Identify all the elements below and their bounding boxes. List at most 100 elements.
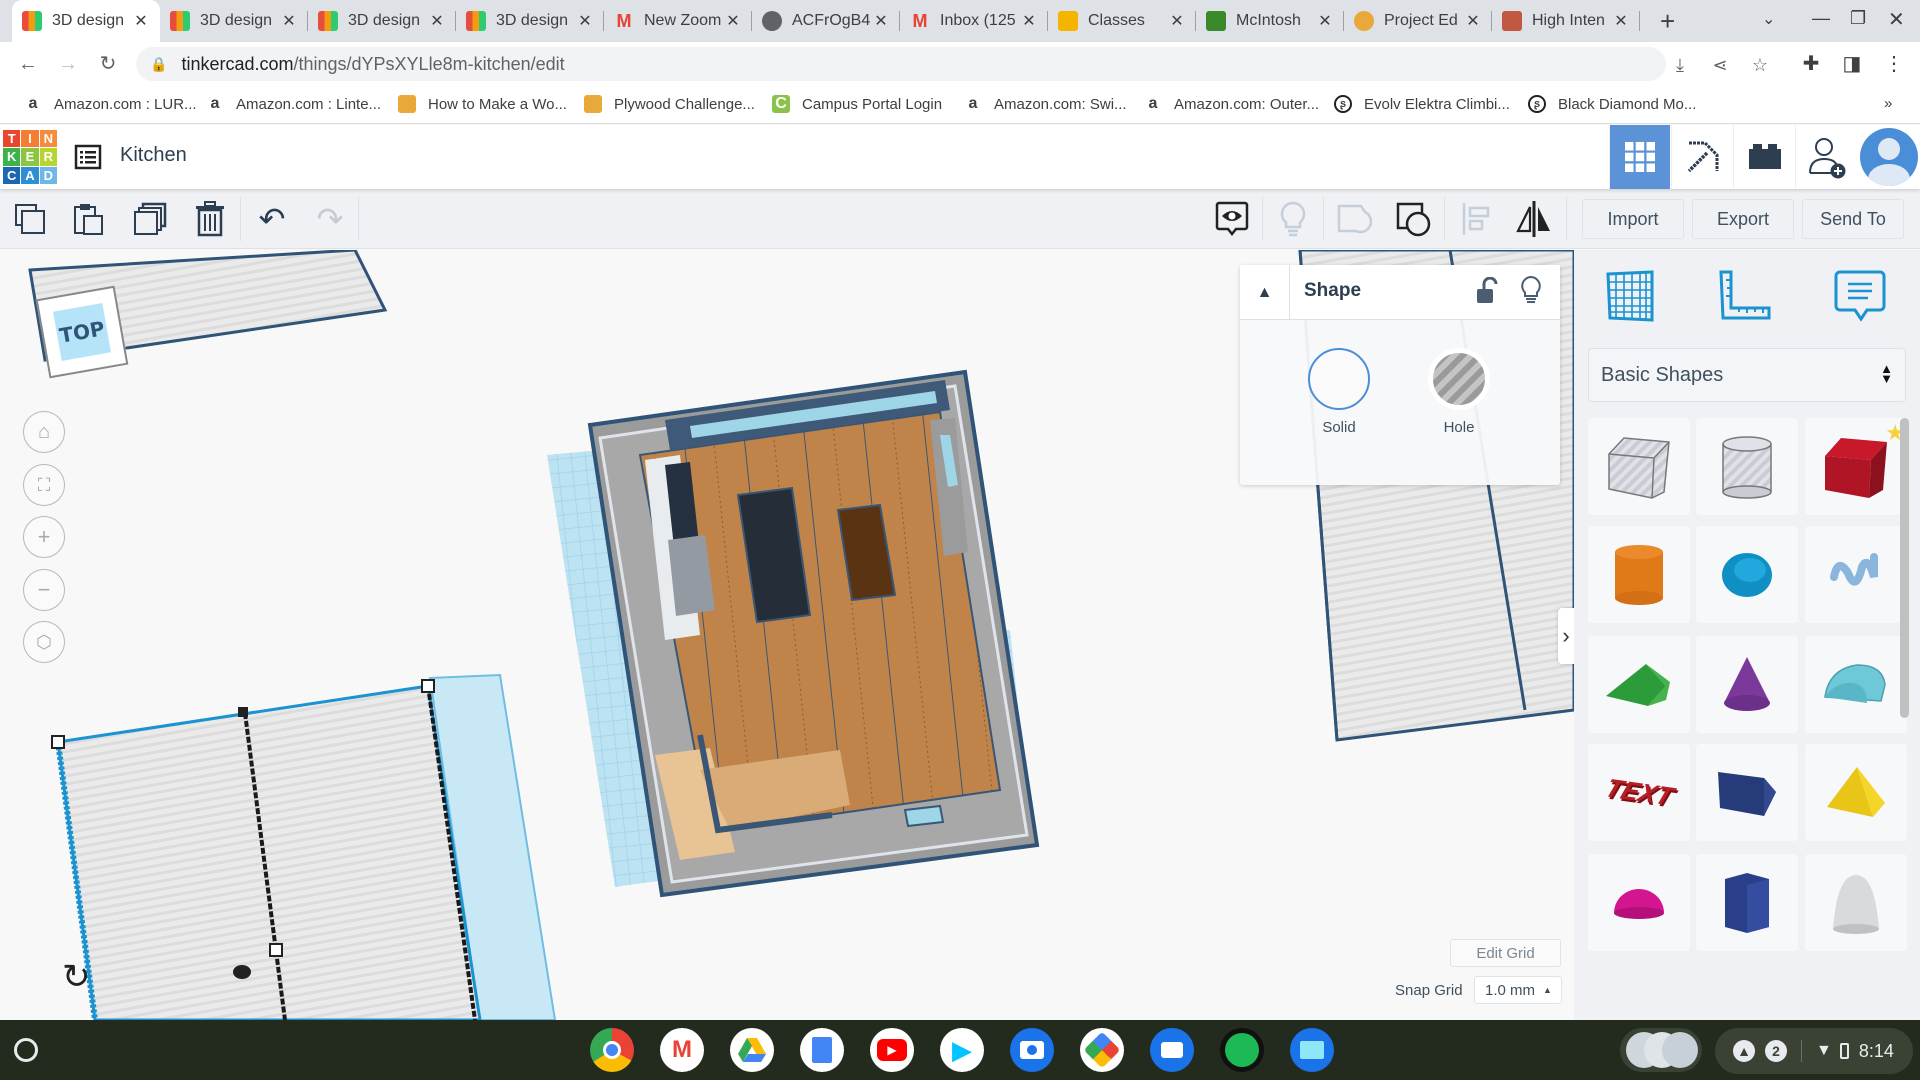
- notes-tool-button[interactable]: [1834, 268, 1894, 328]
- shape-half-sphere[interactable]: [1588, 854, 1690, 951]
- files-app-icon[interactable]: [1290, 1028, 1334, 1072]
- import-button[interactable]: Import: [1582, 199, 1684, 239]
- design-title[interactable]: Kitchen: [120, 144, 187, 167]
- export-button[interactable]: Export: [1692, 199, 1794, 239]
- extensions-puzzle-icon[interactable]: ✚: [1797, 50, 1825, 78]
- share-icon[interactable]: ⋖: [1706, 55, 1734, 76]
- shape-cylinder[interactable]: [1588, 526, 1690, 623]
- tab-3d-design-4[interactable]: 3D design ✕: [456, 0, 604, 42]
- selected-stair-object[interactable]: [51, 673, 557, 1020]
- resize-handle[interactable]: [421, 679, 435, 693]
- launcher-button[interactable]: [14, 1038, 38, 1062]
- close-tab-icon[interactable]: ✕: [1612, 11, 1630, 31]
- reload-button[interactable]: ↻: [94, 50, 122, 78]
- close-tab-icon[interactable]: ✕: [1316, 11, 1334, 31]
- ruler-tool-button[interactable]: [1717, 268, 1777, 328]
- perspective-button[interactable]: ⬡: [23, 621, 65, 663]
- home-view-button[interactable]: ⌂: [23, 411, 65, 453]
- shape-sphere[interactable]: [1696, 526, 1798, 623]
- bookmark-item[interactable]: ʂ Evolv Elektra Climbi...: [1334, 95, 1510, 113]
- minimize-window-button[interactable]: —: [1812, 8, 1830, 29]
- spotify-app-icon[interactable]: [1220, 1028, 1264, 1072]
- gmail-app-icon[interactable]: M: [660, 1028, 704, 1072]
- bookmark-item[interactable]: ʂ Black Diamond Mo...: [1528, 95, 1696, 113]
- bookmark-item[interactable]: a Amazon.com : Linte...: [206, 95, 382, 113]
- tab-3d-design-1[interactable]: 3D design ✕: [12, 0, 160, 42]
- close-tab-icon[interactable]: ✕: [428, 11, 446, 31]
- youtube-app-icon[interactable]: ▶: [870, 1028, 914, 1072]
- new-tab-button[interactable]: +: [1660, 6, 1675, 37]
- zoom-app-icon[interactable]: [1150, 1028, 1194, 1072]
- notes-toggle-button[interactable]: [1212, 199, 1252, 239]
- tab-acfrogb4[interactable]: ACFrOgB4 ✕: [752, 0, 900, 42]
- tab-3d-design-3[interactable]: 3D design ✕: [308, 0, 456, 42]
- close-tab-icon[interactable]: ✕: [576, 11, 594, 31]
- close-tab-icon[interactable]: ✕: [724, 11, 742, 31]
- tab-project-ed[interactable]: Project Ed ✕: [1344, 0, 1492, 42]
- user-avatar[interactable]: [1860, 128, 1918, 186]
- workplane-tool-button[interactable]: [1602, 268, 1662, 328]
- close-tab-icon[interactable]: ✕: [1020, 11, 1038, 31]
- edit-grid-button[interactable]: Edit Grid: [1450, 939, 1561, 967]
- close-window-button[interactable]: ✕: [1888, 7, 1905, 32]
- lego-view-button[interactable]: [1733, 125, 1795, 189]
- copy-button[interactable]: [10, 199, 50, 239]
- 3d-design-view-button[interactable]: [1609, 125, 1670, 189]
- shape-paraboloid[interactable]: [1805, 854, 1907, 951]
- height-handle[interactable]: [233, 965, 251, 979]
- collapse-inspector-button[interactable]: ▲: [1240, 265, 1290, 320]
- bookmark-item[interactable]: How to Make a Wo...: [398, 95, 567, 113]
- tab-classes[interactable]: Classes ✕: [1048, 0, 1196, 42]
- close-tab-icon[interactable]: ✕: [872, 11, 890, 31]
- shape-library-select[interactable]: Basic Shapes ▲ ▼: [1588, 348, 1906, 402]
- shape-cylinder-hole[interactable]: [1696, 418, 1798, 515]
- shape-scribble[interactable]: [1805, 526, 1907, 623]
- solid-option[interactable]: [1308, 348, 1370, 410]
- shape-polygon[interactable]: [1696, 854, 1798, 951]
- forward-button[interactable]: →: [54, 50, 82, 78]
- close-tab-icon[interactable]: ✕: [1464, 11, 1482, 31]
- duplicate-button[interactable]: [130, 199, 170, 239]
- url-bar[interactable]: 🔒 tinkercad.com/things/dYPsXYLle8m-kitch…: [136, 47, 1768, 81]
- undo-button[interactable]: ↶: [252, 199, 292, 239]
- design-list-icon[interactable]: [74, 143, 102, 171]
- bookmarks-overflow-button[interactable]: »: [1884, 95, 1892, 112]
- restore-window-button[interactable]: ❐: [1850, 8, 1866, 29]
- close-tab-icon[interactable]: ✕: [1168, 11, 1186, 31]
- shape-round-roof[interactable]: [1805, 636, 1907, 733]
- bookmark-item[interactable]: Plywood Challenge...: [584, 95, 755, 113]
- hide-shape-button[interactable]: [1520, 275, 1542, 305]
- play-store-app-icon[interactable]: ▶: [940, 1028, 984, 1072]
- bookmark-item[interactable]: a Amazon.com: Swi...: [964, 95, 1127, 113]
- snap-grid-select[interactable]: 1.0 mm ▲: [1474, 976, 1562, 1004]
- chrome-app-icon[interactable]: [590, 1028, 634, 1072]
- resize-handle[interactable]: [238, 707, 248, 717]
- shape-box-hole[interactable]: [1588, 418, 1690, 515]
- tab-high-inten[interactable]: High Inten ✕: [1492, 0, 1640, 42]
- status-tray[interactable]: ▲ 2 ▼ 8:14: [1715, 1028, 1913, 1074]
- tinkercad-logo[interactable]: T I N K E R C A D: [3, 130, 57, 184]
- bookmark-item[interactable]: a Amazon.com : LUR...: [24, 95, 197, 113]
- collapse-panel-button[interactable]: ›: [1558, 608, 1574, 664]
- bookmark-star-icon[interactable]: ☆: [1746, 55, 1774, 76]
- drive-app-icon[interactable]: [730, 1028, 774, 1072]
- shape-roof[interactable]: [1588, 636, 1690, 733]
- redo-button[interactable]: ↷: [310, 199, 350, 239]
- close-tab-icon[interactable]: ✕: [132, 11, 150, 31]
- zoom-out-button[interactable]: −: [23, 569, 65, 611]
- kitchen-model[interactable]: [547, 369, 1040, 898]
- resize-handle[interactable]: [269, 943, 283, 957]
- fit-view-button[interactable]: ⛶: [23, 464, 65, 506]
- mirror-button[interactable]: [1514, 199, 1554, 239]
- tab-mcintosh[interactable]: McIntosh ✕: [1196, 0, 1344, 42]
- tab-search-chevron-icon[interactable]: ⌄: [1762, 9, 1775, 29]
- paste-button[interactable]: [68, 199, 108, 239]
- tab-new-zoom[interactable]: M New Zoom ✕: [604, 0, 752, 42]
- shape-box[interactable]: ★: [1805, 418, 1907, 515]
- photos-app-icon[interactable]: [1080, 1028, 1124, 1072]
- close-tab-icon[interactable]: ✕: [280, 11, 298, 31]
- tab-3d-design-2[interactable]: 3D design ✕: [160, 0, 308, 42]
- align-button[interactable]: [1456, 199, 1496, 239]
- view-cube-top-face[interactable]: TOP: [53, 303, 111, 361]
- docs-app-icon[interactable]: [800, 1028, 844, 1072]
